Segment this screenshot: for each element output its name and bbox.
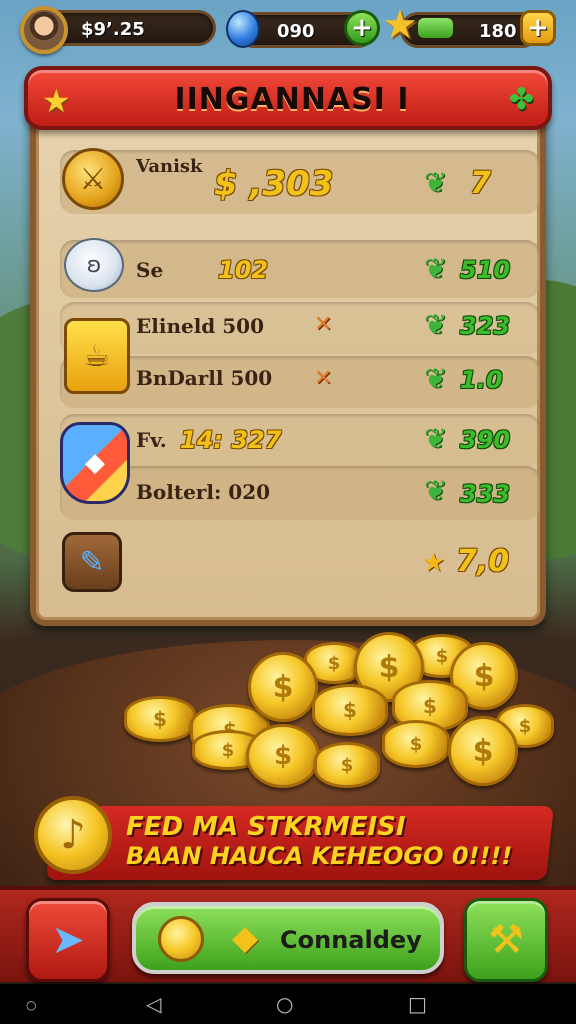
promo-line-1: FED MA STKRMEISI xyxy=(126,812,406,842)
hammer-icon[interactable]: ✎ xyxy=(62,532,122,592)
coin-icon: $ xyxy=(124,696,196,742)
bunny-icon: ʚ xyxy=(64,238,124,292)
back-icon[interactable]: ◁ xyxy=(146,992,161,1016)
home-icon[interactable]: ○ xyxy=(276,992,293,1016)
shield-icon: ◆ xyxy=(232,918,259,958)
top-resource-bar: $9’.25 090 + 180 ★ + xyxy=(0,0,576,62)
plus-icon: + xyxy=(351,13,373,43)
leaf-icon: ❦ xyxy=(424,308,448,341)
row-label: Vanisk xyxy=(136,156,203,177)
bottom-action-bar: ➤ ◆ Connaldey ⚒ xyxy=(0,886,576,982)
row-reward: 7 xyxy=(470,166,491,201)
leaf-icon: ❦ xyxy=(424,166,448,199)
cross-icon: ✕ xyxy=(314,312,333,337)
row-label: Elineld 500 xyxy=(136,314,264,338)
dot-icon: ○ xyxy=(26,998,37,1012)
rocket-icon: ➤ xyxy=(51,917,85,963)
leaf-icon: ❦ xyxy=(424,362,448,395)
row-value: 102 xyxy=(218,256,269,284)
row-reward: 510 xyxy=(460,256,511,284)
hammer-icon: ⚒ xyxy=(488,917,524,963)
coin-icon: $ xyxy=(248,652,318,722)
gem-icon xyxy=(226,10,260,48)
mug-icon: ☕ xyxy=(64,318,130,394)
rocket-button[interactable]: ➤ xyxy=(26,898,110,982)
coin-icon: ♪ xyxy=(34,796,112,874)
add-gems-button[interactable]: + xyxy=(344,10,380,46)
stars-value: 180 xyxy=(479,21,517,42)
row-label: Fv. xyxy=(136,428,167,452)
coin-icon: $ xyxy=(382,720,450,768)
row-value: 14: 327 xyxy=(180,426,282,454)
row-reward: 390 xyxy=(460,426,511,454)
reward-panel: ★ IINGANNASI I ✤ ⚔ Vanisk $ ,303 ❦ 7 ʚ S… xyxy=(24,62,552,628)
row-reward: 1.0 xyxy=(460,366,503,394)
coin-icon: $ xyxy=(314,742,380,788)
energy-bar-fill xyxy=(418,18,453,38)
leaf-icon: ❦ xyxy=(424,252,448,285)
row-label: Se xyxy=(136,258,164,282)
row-label: BnDarll 500 xyxy=(136,366,273,390)
cross-icon: ✕ xyxy=(314,366,333,391)
coin-icon: $ xyxy=(312,684,388,736)
coin-icon: $ xyxy=(448,716,518,786)
leaf-icon: ❦ xyxy=(424,422,448,455)
star-icon: ★ xyxy=(422,548,446,578)
sword-coin-icon: ⚔ xyxy=(62,148,124,210)
panel-header: ★ IINGANNASI I ✤ xyxy=(24,66,552,130)
system-nav-bar: ○ ◁ ○ □ xyxy=(0,984,576,1024)
plus-icon: + xyxy=(527,13,549,43)
panel-title: IINGANNASI I xyxy=(174,82,410,117)
collect-button-label: Connaldey xyxy=(280,926,422,954)
promo-line-2: BAAN HAUCA KEHEOGO 0!!!! xyxy=(126,842,513,870)
coins-value: $9’.25 xyxy=(81,19,145,40)
total-value: 7,0 xyxy=(456,544,510,579)
row-label: Bolterl: 020 xyxy=(136,480,271,504)
star-icon: ★ xyxy=(382,2,418,48)
row-reward: 323 xyxy=(460,312,511,340)
clover-icon: ✤ xyxy=(508,82,534,117)
toy-icon: ◆ xyxy=(60,422,130,504)
add-stars-button[interactable]: + xyxy=(520,10,556,46)
row-value: $ ,303 xyxy=(214,164,334,204)
recents-icon[interactable]: □ xyxy=(408,992,427,1016)
coin-icon: $ xyxy=(246,724,320,788)
hammer-button[interactable]: ⚒ xyxy=(464,898,548,982)
row-reward: 333 xyxy=(460,480,511,508)
gems-value: 090 xyxy=(277,21,315,42)
collect-button[interactable]: ◆ Connaldey xyxy=(132,902,444,974)
leaf-icon: ❦ xyxy=(424,474,448,507)
player-avatar[interactable] xyxy=(20,6,68,54)
coin-icon xyxy=(158,916,204,962)
